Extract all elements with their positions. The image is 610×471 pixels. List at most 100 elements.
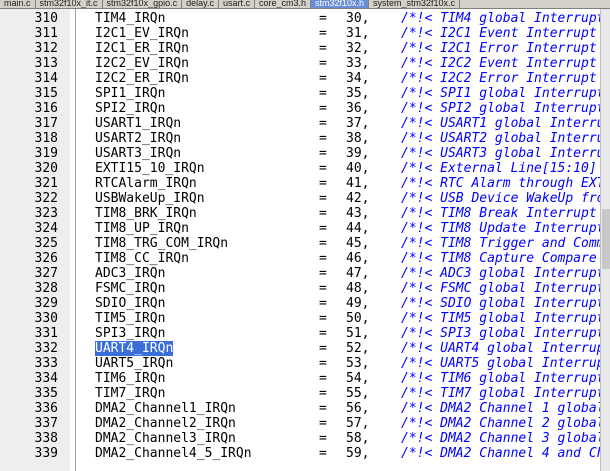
assign-operator: = [319,41,327,56]
enum-identifier[interactable]: SPI1_IRQn [95,86,165,101]
line-number: 329 [34,296,58,311]
enum-identifier[interactable]: TIM4_IRQn [95,11,165,26]
enum-identifier[interactable]: UART4_IRQn [95,341,174,356]
line-number: 338 [34,431,58,446]
assign-operator: = [319,116,327,131]
file-tab-strip: main.c stm32f10x_it.c stm32f10x_gpio.c dela… [0,0,610,9]
code-line[interactable]: 328 FSMC_IRQn = 48, /*!< FSMC global Interru… [0,281,600,296]
code-comment: /*!< SPI3 global Interrupt [401,326,600,341]
assign-operator: = [319,356,327,371]
code-line[interactable]: 319 USART3_IRQn = 39, /*!< USART3 global Int… [0,146,600,161]
code-line[interactable]: 327 ADC3_IRQn = 47, /*!< ADC3 global Interru… [0,266,600,281]
enum-identifier[interactable]: I2C1_EV_IRQn [95,26,189,41]
code-line[interactable]: 333 UART5_IRQn = 53, /*!< UART5 global Inter… [0,356,600,371]
file-tab[interactable]: delay.c [182,0,219,8]
enum-identifier[interactable]: DMA2_Channel2_IRQn [95,416,236,431]
enum-identifier[interactable]: DMA2_Channel4_5_IRQn [95,446,252,461]
code-line[interactable]: 312 I2C1_ER_IRQn = 32, /*!< I2C1 Error Inter… [0,41,600,56]
code-line[interactable]: 320 EXTI15_10_IRQn = 40, /*!< External Line[… [0,161,600,176]
code-line[interactable]: 313 I2C2_EV_IRQn = 33, /*!< I2C2 Event Inter… [0,56,600,71]
enum-identifier[interactable]: UART5_IRQn [95,356,173,371]
line-number: 310 [34,11,58,26]
code-line[interactable]: 316 SPI2_IRQn = 36, /*!< SPI2 global Interru… [0,101,600,116]
code-line[interactable]: 324 TIM8_UP_IRQn = 44, /*!< TIM8 Update Inte… [0,221,600,236]
enum-identifier[interactable]: ADC3_IRQn [95,266,165,281]
enum-identifier[interactable]: FSMC_IRQn [95,281,165,296]
enum-value: 47, [346,266,370,281]
line-number: 318 [34,131,58,146]
file-tab[interactable]: main.c [0,0,36,8]
code-line[interactable]: 338 DMA2_Channel3_IRQn = 58, /*!< DMA2 Chann… [0,431,600,446]
code-line[interactable]: 329 SDIO_IRQn = 49, /*!< SDIO global Interru… [0,296,600,311]
code-comment: /*!< I2C1 Error Interrupt [401,41,597,56]
file-tab[interactable]: stm32f10x_gpio.c [103,0,183,8]
enum-identifier[interactable]: RTCAlarm_IRQn [95,176,197,191]
enum-identifier[interactable]: USART2_IRQn [95,131,181,146]
enum-value: 49, [346,296,370,311]
enum-identifier[interactable]: TIM6_IRQn [95,371,165,386]
code-line[interactable]: 321 RTCAlarm_IRQn = 41, /*!< RTC Alarm throu… [0,176,600,191]
enum-identifier[interactable]: SPI3_IRQn [95,326,165,341]
enum-value: 37, [346,116,370,131]
code-comment: /*!< TIM5 global Interrupt [401,311,600,326]
code-line[interactable]: 317 USART1_IRQn = 37, /*!< USART1 global Int… [0,116,600,131]
enum-identifier[interactable]: TIM7_IRQn [95,386,165,401]
code-comment: /*!< UART4 global Interrup [401,341,600,356]
code-editor[interactable]: 310 TIM4_IRQn = 30, /*!< TIM4 global Interru… [0,9,600,471]
enum-value: 48, [346,281,370,296]
code-line[interactable]: 336 DMA2_Channel1_IRQn = 56, /*!< DMA2 Chann… [0,401,600,416]
enum-identifier[interactable]: SDIO_IRQn [95,296,165,311]
code-line[interactable]: 332 UART4_IRQn = 52, /*!< UART4 global Inter… [0,341,600,356]
enum-identifier[interactable]: I2C2_EV_IRQn [95,56,189,71]
code-line[interactable]: 339 DMA2_Channel4_5_IRQn = 59, /*!< DMA2 Cha… [0,446,600,461]
enum-identifier[interactable]: USBWakeUp_IRQn [95,191,205,206]
enum-identifier[interactable]: USART1_IRQn [95,116,181,131]
file-tab[interactable]: stm32f10x.h [311,0,370,8]
line-number: 323 [34,206,58,221]
line-number: 332 [34,341,58,356]
file-tab[interactable]: stm32f10x_it.c [36,0,103,8]
enum-identifier[interactable]: TIM8_TRG_COM_IRQn [95,236,228,251]
code-line[interactable]: 331 SPI3_IRQn = 51, /*!< SPI3 global Interru… [0,326,600,341]
code-line[interactable]: 315 SPI1_IRQn = 35, /*!< SPI1 global Interru… [0,86,600,101]
enum-identifier[interactable]: TIM8_BRK_IRQn [95,206,197,221]
enum-identifier[interactable]: TIM8_UP_IRQn [95,221,189,236]
code-line[interactable]: 330 TIM5_IRQn = 50, /*!< TIM5 global Interru… [0,311,600,326]
code-line[interactable]: 323 TIM8_BRK_IRQn = 43, /*!< TIM8 Break Inte… [0,206,600,221]
code-line[interactable]: 334 TIM6_IRQn = 54, /*!< TIM6 global Interru… [0,371,600,386]
enum-identifier[interactable]: I2C2_ER_IRQn [95,71,189,86]
assign-operator: = [319,281,327,296]
enum-identifier[interactable]: USART3_IRQn [95,146,181,161]
line-number: 313 [34,56,58,71]
code-line[interactable]: 326 TIM8_CC_IRQn = 46, /*!< TIM8 Capture Com… [0,251,600,266]
enum-identifier[interactable]: TIM5_IRQn [95,311,165,326]
enum-value: 57, [346,416,370,431]
code-line[interactable]: 335 TIM7_IRQn = 55, /*!< TIM7 global Interru… [0,386,600,401]
code-line[interactable]: 318 USART2_IRQn = 38, /*!< USART2 global Int… [0,131,600,146]
code-line[interactable]: 337 DMA2_Channel2_IRQn = 57, /*!< DMA2 Chann… [0,416,600,431]
code-comment: /*!< SDIO global Interrupt [401,296,600,311]
assign-operator: = [319,266,327,281]
code-comment: /*!< RTC Alarm through EXT [401,176,600,191]
enum-identifier[interactable]: EXTI15_10_IRQn [95,161,205,176]
line-number: 317 [34,116,58,131]
file-tab[interactable]: system_stm32f10x.c [369,0,461,8]
enum-identifier[interactable]: I2C1_ER_IRQn [95,41,189,56]
enum-identifier[interactable]: TIM8_CC_IRQn [95,251,189,266]
enum-identifier[interactable]: DMA2_Channel1_IRQn [95,401,236,416]
code-comment: /*!< USART1 global Interrup [401,116,600,131]
file-tab[interactable]: core_cm3.h [255,0,311,8]
code-line[interactable]: 325 TIM8_TRG_COM_IRQn = 45, /*!< TIM8 Trigge… [0,236,600,251]
code-line[interactable]: 311 I2C1_EV_IRQn = 31, /*!< I2C1 Event Inter… [0,26,600,41]
enum-identifier[interactable]: DMA2_Channel3_IRQn [95,431,236,446]
enum-identifier[interactable]: SPI2_IRQn [95,101,165,116]
code-line[interactable]: 322 USBWakeUp_IRQn = 42, /*!< USB Device Wak… [0,191,600,206]
enum-value: 50, [346,311,370,326]
code-line[interactable]: 314 I2C2_ER_IRQn = 34, /*!< I2C2 Error Inter… [0,71,600,86]
code-line[interactable]: 310 TIM4_IRQn = 30, /*!< TIM4 global Interru… [0,11,600,26]
code-comment: /*!< FSMC global Interrupt [401,281,600,296]
file-tab[interactable]: usart.c [219,0,255,8]
vertical-scrollbar[interactable] [600,9,610,471]
code-comment: /*!< TIM7 global Interrupt [401,386,600,401]
scrollbar-thumb[interactable] [602,209,610,269]
